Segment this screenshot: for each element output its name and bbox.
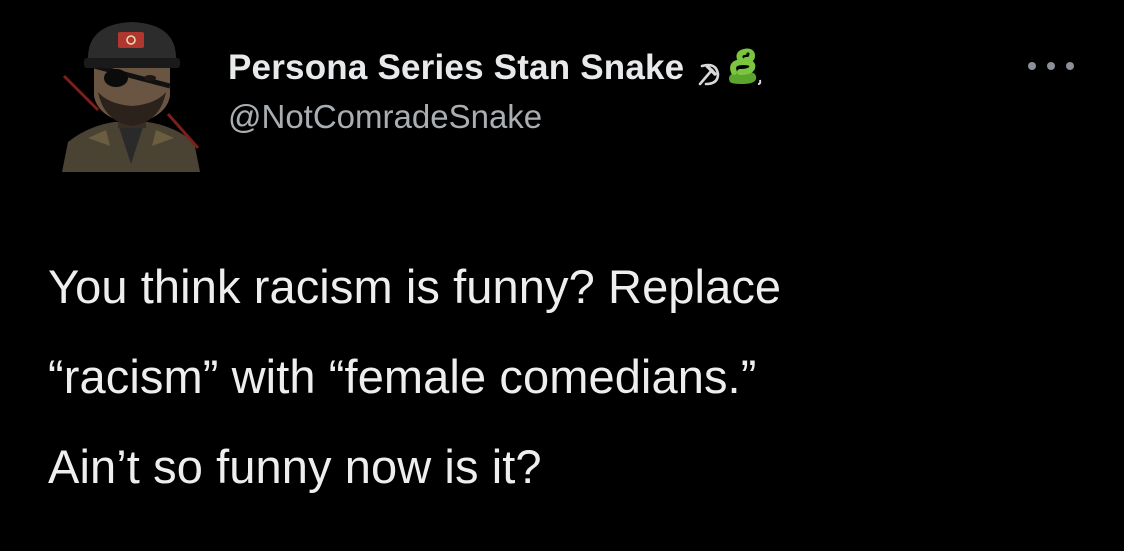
more-horizontal-icon: [1047, 62, 1055, 70]
snake-icon: [729, 48, 762, 85]
tweet-text-line: “racism” with “female comedians.”: [48, 350, 757, 403]
more-horizontal-icon: [1066, 62, 1074, 70]
tweet-card: Persona Series Stan Snake @NotComradeSna…: [0, 0, 1124, 551]
author-handle[interactable]: @NotComradeSnake: [228, 98, 764, 136]
tweet-text-line: Ain’t so funny now is it?: [48, 440, 542, 493]
more-options-button[interactable]: [1028, 56, 1074, 76]
tweet-author: Persona Series Stan Snake @NotComradeSna…: [228, 44, 764, 136]
more-horizontal-icon: [1028, 62, 1036, 70]
avatar[interactable]: [58, 14, 204, 172]
tweet-text-line: You think racism is funny? Replace: [48, 260, 782, 313]
author-display-name[interactable]: Persona Series Stan Snake: [228, 48, 684, 88]
hammer-sickle-icon: [699, 63, 720, 86]
name-emojis: [696, 48, 764, 88]
tweet-text: You think racism is funny? Replace “raci…: [48, 242, 1088, 512]
author-name-row: Persona Series Stan Snake: [228, 44, 764, 92]
soldier-eyepatch-avatar-icon: [62, 22, 200, 172]
